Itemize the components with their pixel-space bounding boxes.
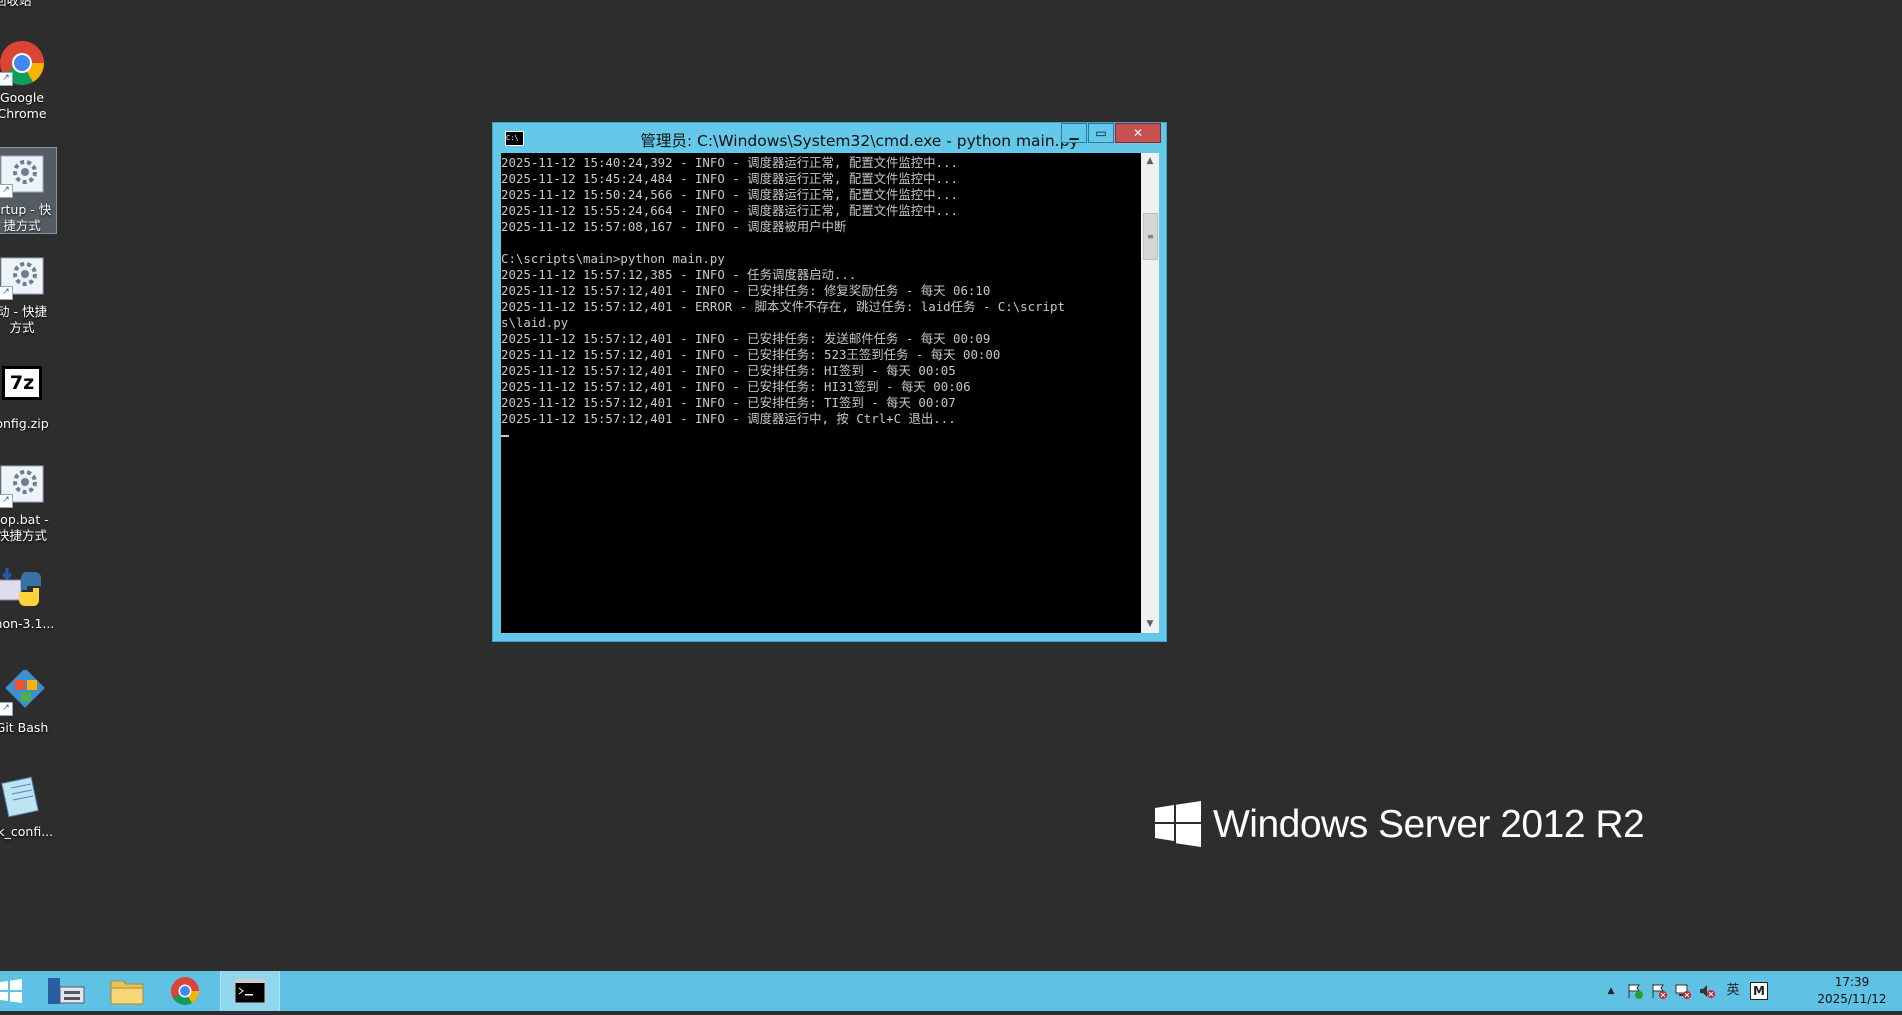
gear-shortcut-icon: ↗ xyxy=(0,152,45,198)
console-line: s\laid.py xyxy=(501,315,569,330)
cmd-icon xyxy=(234,978,266,1004)
shortcut-arrow-icon: ↗ xyxy=(0,286,13,300)
git-bash-icon: ↗ xyxy=(0,668,45,716)
console-line: 2025-11-12 15:50:24,566 - INFO - 调度器运行正常… xyxy=(501,187,958,202)
scroll-down-arrow-icon[interactable]: ▼ xyxy=(1141,616,1159,633)
console-line: 2025-11-12 15:57:12,401 - INFO - 调度器运行中,… xyxy=(501,411,956,426)
desktop-icon-google-chrome[interactable]: ↗ Google Chrome xyxy=(0,40,56,122)
icon-label: Google xyxy=(0,90,45,105)
taskbar: ▲ 英 M 17:39 2025/11/12 xyxy=(0,971,1902,1011)
folder-icon xyxy=(110,980,144,1005)
icon-label: 捷方式 xyxy=(3,218,41,233)
python-installer-icon xyxy=(0,566,45,612)
console-line: 2025-11-12 15:57:12,401 - INFO - 已安排任务: … xyxy=(501,347,1001,362)
icon-label: top.bat - xyxy=(0,512,49,527)
icon-label: sk_confi... xyxy=(0,824,54,839)
desktop-icon-config-zip[interactable]: 7z onfig.zip xyxy=(0,360,56,432)
7zip-logo-text: 7z xyxy=(2,366,42,400)
console-lines: 2025-11-12 15:40:24,392 - INFO - 调度器运行正常… xyxy=(501,155,1141,427)
console-line: 2025-11-12 15:57:08,167 - INFO - 调度器被用户中… xyxy=(501,219,847,234)
scrollbar-thumb[interactable]: ≡ xyxy=(1143,213,1158,260)
minimize-button[interactable]: ▁ xyxy=(1061,123,1087,143)
desktop-icon-launch-shortcut[interactable]: ↗ 动 - 快捷 方式 xyxy=(0,254,56,336)
gear-shortcut-icon: ↗ xyxy=(0,254,45,300)
chrome-icon: ↗ xyxy=(0,40,45,86)
shortcut-arrow-icon: ↗ xyxy=(0,72,13,86)
console-line: 2025-11-12 15:57:12,401 - INFO - 已安排任务: … xyxy=(501,331,991,346)
show-hidden-icons-arrow-icon[interactable]: ▲ xyxy=(1602,982,1620,1000)
cmd-window[interactable]: C:\ 管理员: C:\Windows\System32\cmd.exe - p… xyxy=(492,122,1167,642)
console-line: 2025-11-12 15:55:24,664 - INFO - 调度器运行正常… xyxy=(501,203,958,218)
console-cursor-line xyxy=(501,427,1141,443)
console-line: 2025-11-12 15:57:12,401 - ERROR - 脚本文件不存… xyxy=(501,299,1065,314)
taskbar-cmd[interactable] xyxy=(220,971,280,1011)
scroll-up-arrow-icon[interactable]: ▲ xyxy=(1141,153,1159,170)
start-button[interactable] xyxy=(0,971,40,1011)
icon-label: artup - 快 xyxy=(0,202,52,217)
console-line: 2025-11-12 15:45:24,484 - INFO - 调度器运行正常… xyxy=(501,171,958,186)
console-line: 2025-11-12 15:57:12,401 - INFO - 已安排任务: … xyxy=(501,395,956,410)
taskbar-clock[interactable]: 17:39 2025/11/12 xyxy=(1802,974,1902,1008)
taskbar-server-manager[interactable] xyxy=(40,971,98,1011)
clock-date: 2025/11/12 xyxy=(1817,992,1887,1006)
windows-start-icon xyxy=(0,979,22,1003)
console-line: C:\scripts\main>python main.py xyxy=(501,251,725,266)
shortcut-arrow-icon: ↗ xyxy=(0,184,13,198)
desktop-icon-git-bash[interactable]: ↗ Git Bash xyxy=(0,668,56,736)
maximize-button[interactable]: ▭ xyxy=(1088,123,1114,143)
system-tray: ▲ 英 M 17:39 2025/11/12 xyxy=(1602,971,1902,1011)
notepad-icon xyxy=(0,774,45,820)
icon-label: 快捷方式 xyxy=(0,528,47,543)
taskbar-chrome[interactable] xyxy=(156,971,214,1011)
console-line: 2025-11-12 15:57:12,401 - INFO - 已安排任务: … xyxy=(501,363,956,378)
icon-label: Chrome xyxy=(0,106,47,121)
icon-label: onfig.zip xyxy=(0,416,49,431)
gear-shortcut-icon: ↗ xyxy=(0,462,45,508)
console-line: 2025-11-12 15:40:24,392 - INFO - 调度器运行正常… xyxy=(501,155,958,170)
icon-label: 方式 xyxy=(9,320,35,335)
windows-logo-icon xyxy=(1155,800,1201,847)
desktop-icon-recycle-bin-label[interactable]: 回收站 xyxy=(0,0,32,9)
window-titlebar[interactable]: C:\ 管理员: C:\Windows\System32\cmd.exe - p… xyxy=(493,123,1166,153)
icon-label: 动 - 快捷 xyxy=(0,304,47,319)
desktop-icon-task-config[interactable]: sk_confi... xyxy=(0,774,56,840)
shortcut-arrow-icon: ↗ xyxy=(0,702,13,716)
console-line: 2025-11-12 15:57:12,401 - INFO - 已安排任务: … xyxy=(501,283,991,298)
branding-text: Windows Server 2012 R2 xyxy=(1213,803,1645,846)
7zip-icon: 7z xyxy=(0,366,45,412)
vertical-scrollbar[interactable]: ▲ ≡ ▼ xyxy=(1141,153,1159,633)
action-center-flag-icon[interactable] xyxy=(1626,982,1644,1000)
desktop-icon-startup-shortcut[interactable]: ↗ artup - 快 捷方式 xyxy=(0,147,57,234)
desktop-icon-stop-bat-shortcut[interactable]: ↗ top.bat - 快捷方式 xyxy=(0,462,56,544)
input-language-indicator[interactable]: 英 xyxy=(1724,982,1742,1000)
chrome-icon xyxy=(171,977,199,1005)
console-line: 2025-11-12 15:57:12,401 - INFO - 已安排任务: … xyxy=(501,379,971,394)
icon-label: Git Bash xyxy=(0,720,49,735)
clock-time: 17:39 xyxy=(1834,975,1870,989)
icon-label: thon-3.1... xyxy=(0,616,55,631)
console-output[interactable]: 2025-11-12 15:40:24,392 - INFO - 调度器运行正常… xyxy=(501,153,1141,633)
ime-mode-indicator[interactable]: M xyxy=(1750,982,1768,1000)
console-line: 2025-11-12 15:57:12,385 - INFO - 任务调度器启动… xyxy=(501,267,857,282)
network-icon[interactable] xyxy=(1674,982,1692,1000)
volume-muted-icon[interactable] xyxy=(1698,982,1716,1000)
taskbar-file-explorer[interactable] xyxy=(98,971,156,1011)
close-button[interactable]: ✕ xyxy=(1115,123,1161,143)
text-cursor xyxy=(501,434,509,437)
server-manager-icon xyxy=(48,978,85,1004)
security-alert-icon[interactable] xyxy=(1650,982,1668,1000)
desktop-icon-python-installer[interactable]: thon-3.1... xyxy=(0,566,56,632)
shortcut-arrow-icon: ↗ xyxy=(0,494,13,508)
windows-server-branding: Windows Server 2012 R2 xyxy=(1155,800,1645,850)
